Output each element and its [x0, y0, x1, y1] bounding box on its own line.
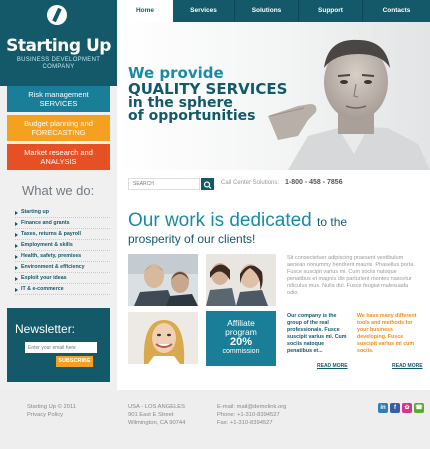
search-input[interactable] — [128, 178, 200, 190]
social-green-icon[interactable]: ☎ — [414, 403, 424, 413]
side-menu-label: Market research and — [24, 148, 93, 157]
hero-businessman-photo — [268, 39, 430, 170]
logo-subtitle: BUSINESS DEVELOPMENT — [16, 57, 101, 63]
affiliate-percent: 20% — [229, 336, 253, 348]
business-people-photo — [128, 254, 198, 306]
hero-heading-line4: of opportunities — [128, 108, 256, 124]
footer — [0, 390, 430, 449]
search-button[interactable] — [201, 178, 214, 190]
side-menu-sublabel: FORECASTING — [31, 128, 86, 137]
linkedin-icon[interactable]: in — [378, 403, 388, 413]
footer-fax: Fax: +1-310-8394527 — [217, 420, 273, 426]
affiliate-line4: commission — [222, 348, 260, 355]
side-menu-label: Budget planning and — [24, 119, 93, 128]
headline-suffix: to the — [317, 215, 348, 229]
what-we-do-item[interactable]: Taxes, returns & payroll — [15, 229, 110, 240]
main-headline: Our work is dedicated to the — [128, 210, 428, 233]
newsletter-title: Newsletter: — [15, 322, 76, 336]
side-menu-market-research[interactable]: Market research and ANALYSIS — [7, 144, 110, 170]
what-we-do-item[interactable]: Exploit your ideas — [15, 273, 110, 284]
nav-solutions[interactable]: Solutions — [235, 0, 298, 22]
newsletter-email-input[interactable] — [25, 342, 97, 353]
what-we-do-title: What we do: — [22, 183, 95, 198]
headline-main: Our work is dedicated — [128, 210, 312, 231]
side-menu-risk-management[interactable]: Risk management SERVICES — [7, 86, 110, 112]
intro-paragraph: Sit consectetuer adipiscing praesent ves… — [287, 255, 415, 296]
footer-privacy-link[interactable]: Privacy Policy — [27, 411, 63, 419]
subscribe-button[interactable]: SUBSCRIBE — [56, 356, 93, 367]
side-menu-sublabel: ANALYSIS — [40, 157, 77, 166]
tools-text: We have many different tools and methods… — [357, 313, 417, 354]
nav-home[interactable]: Home — [117, 0, 173, 22]
footer-email[interactable]: E-mail: mail@demolink.org — [217, 403, 286, 411]
facebook-icon[interactable]: f — [390, 403, 400, 413]
what-we-do-item[interactable]: Starting up — [15, 207, 110, 218]
headline-line2: prosperity of our clients! — [128, 232, 256, 246]
thinking-woman-photo — [206, 254, 276, 306]
logo-icon — [47, 5, 67, 25]
nav-contacts[interactable]: Contacts — [363, 0, 430, 22]
nav-support[interactable]: Support — [299, 0, 362, 22]
footer-street: 901 East E Street — [128, 412, 174, 418]
read-more-link[interactable]: READ MORE — [317, 363, 348, 369]
social-pink-icon[interactable]: ✿ — [402, 403, 412, 413]
company-text: Our company is the group of the real pro… — [287, 313, 347, 354]
footer-phone: Phone: +1-310-8394527 — [217, 412, 280, 418]
what-we-do-item[interactable]: Employment & skills — [15, 240, 110, 251]
side-menu-budget-planning[interactable]: Budget planning and FORECASTING — [7, 115, 110, 141]
footer-city: USA - LOS ANGELES — [128, 404, 186, 410]
what-we-do-list: Starting up Finance and grants Taxes, re… — [15, 207, 110, 295]
read-more-link[interactable]: READ MORE — [392, 363, 423, 369]
what-we-do-item[interactable]: Environment & efficiency — [15, 262, 110, 273]
smiling-woman-photo — [128, 312, 198, 364]
call-center-phone: 1-800 - 458 - 7856 — [285, 179, 343, 186]
what-we-do-item[interactable]: Finance and grants — [15, 218, 110, 229]
what-we-do-item[interactable]: IT & e-commerce — [15, 284, 110, 295]
logo-title[interactable]: Starting Up — [0, 36, 117, 56]
footer-zip: Wilmington, CA 90744 — [128, 420, 186, 426]
nav-services[interactable]: Services — [173, 0, 234, 22]
what-we-do-item[interactable]: Health, safety, premises — [15, 251, 110, 262]
side-menu-sublabel: SERVICES — [39, 99, 78, 108]
search-icon — [203, 181, 212, 189]
side-menu-label: Risk management — [28, 90, 89, 99]
footer-copyright: Starting Up © 2011 — [27, 404, 76, 410]
logo-subtitle-2: COMPANY — [42, 64, 75, 70]
call-center-label: Call Center Solutions: — [221, 180, 280, 186]
